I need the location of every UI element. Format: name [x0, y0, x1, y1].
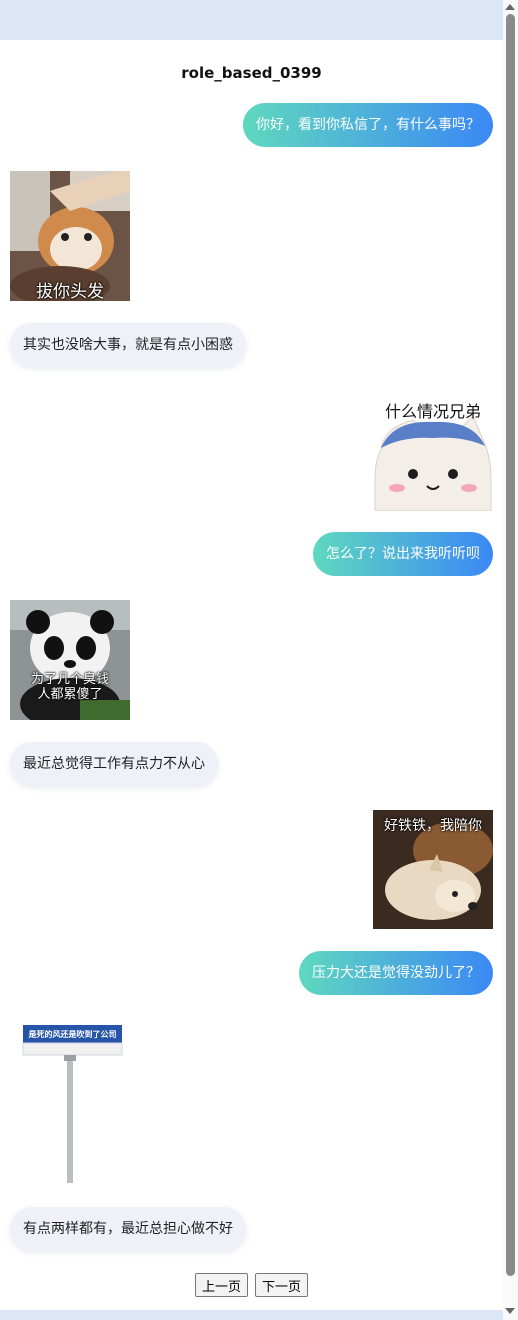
message-text: 怎么了？说出来我听听呗: [326, 546, 480, 562]
message-bubble-received: 有点两样都有，最近总担心做不好: [10, 1207, 246, 1251]
message-text: 最近总觉得工作有点力不从心: [23, 756, 205, 772]
message-text: 压力大还是觉得没劲儿了？: [312, 965, 480, 981]
message-text: 有点两样都有，最近总担心做不好: [23, 1221, 233, 1237]
panda-sticker: 为了几个臭钱 人都累傻了: [10, 600, 130, 720]
sticker-caption: 拔你头发: [36, 282, 104, 301]
page-title: role_based_0399: [181, 64, 322, 82]
message-bubble-received: 最近总觉得工作有点力不从心: [10, 742, 218, 786]
message-bubble-sent: 怎么了？说出来我听听呗: [313, 532, 493, 576]
chat-page: role_based_0399 你好，看到你私信了，有什么事吗？ 拔你头发 其实…: [0, 40, 503, 1310]
prev-page-button[interactable]: 上一页: [194, 1273, 248, 1297]
message-bubble-received: 其实也没啥大事，就是有点小困惑: [10, 323, 246, 367]
sign-pole-sticker: 是死的风还是吹到了公司: [10, 1020, 130, 1186]
sticker-caption: 什么情况兄弟: [384, 402, 481, 421]
sticker-caption: 是死的风还是吹到了公司: [28, 1030, 117, 1039]
pagination: 上一页 下一页: [0, 1273, 503, 1297]
sticker-caption: 为了几个臭钱 人都累傻了: [30, 672, 109, 702]
next-page-button[interactable]: 下一页: [255, 1273, 309, 1297]
message-bubble-sent: 你好，看到你私信了，有什么事吗？: [243, 103, 493, 147]
scroll-up-icon[interactable]: [505, 4, 515, 10]
cartoon-face-sticker: 什么情况兄弟: [373, 390, 493, 511]
message-text: 其实也没啥大事，就是有点小困惑: [23, 337, 233, 353]
message-bubble-sent: 压力大还是觉得没劲儿了？: [299, 951, 493, 995]
sticker-caption: 好铁铁，我陪你: [384, 818, 482, 834]
message-text: 你好，看到你私信了，有什么事吗？: [256, 117, 480, 133]
cat-sticker: 拔你头发: [10, 171, 130, 301]
scroll-down-icon[interactable]: [505, 1308, 515, 1314]
dogs-sticker: 好铁铁，我陪你: [373, 810, 493, 929]
scrollbar-thumb[interactable]: [506, 14, 515, 1276]
